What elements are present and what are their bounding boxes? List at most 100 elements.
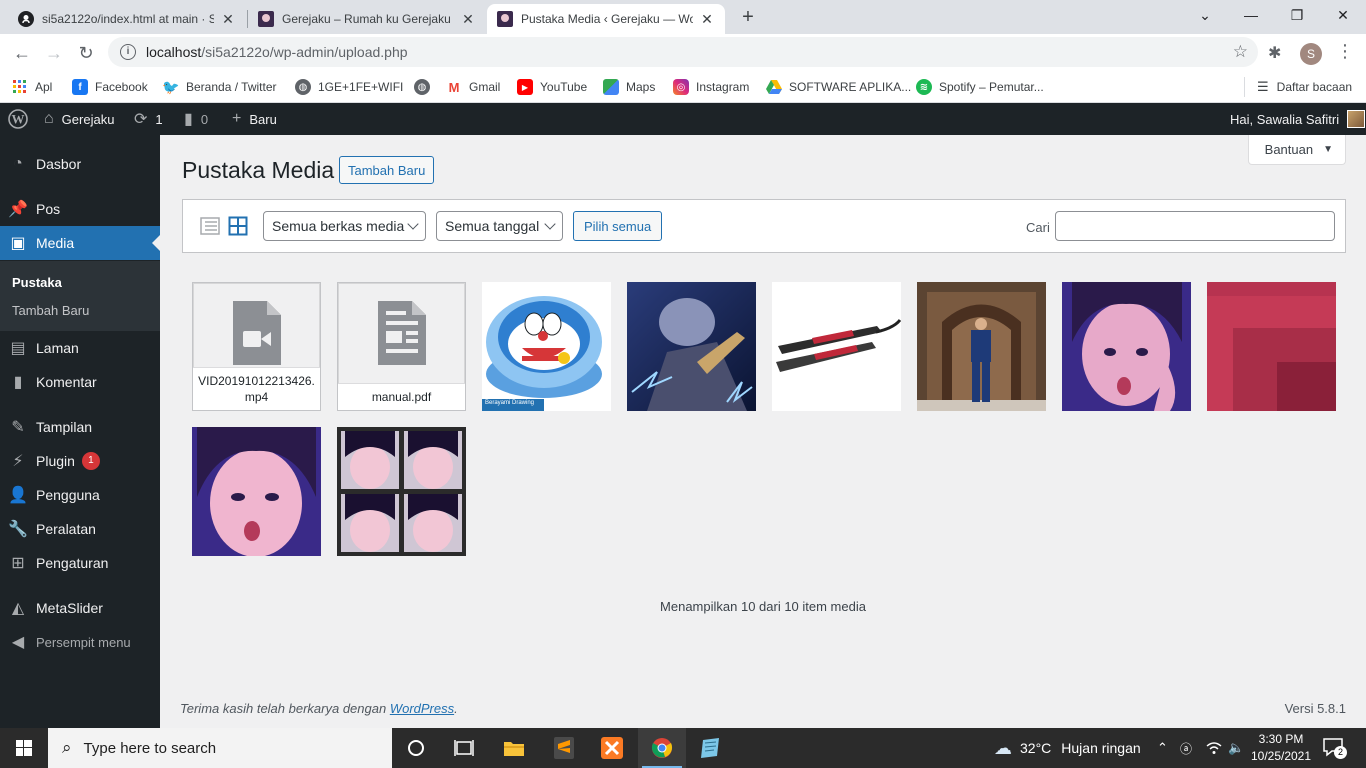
bookmark-maps[interactable]: Maps xyxy=(603,77,655,97)
notepad-icon[interactable] xyxy=(686,728,734,768)
media-item-image[interactable] xyxy=(1207,282,1336,411)
media-item-image[interactable] xyxy=(192,427,321,556)
new-content-link[interactable]: + Baru xyxy=(232,103,277,135)
close-tab-icon[interactable]: ✕ xyxy=(220,11,236,28)
profile-avatar[interactable]: S xyxy=(1300,43,1322,65)
grid-view-icon[interactable] xyxy=(228,216,248,236)
sidebar-item-settings[interactable]: ⊞ Pengaturan xyxy=(0,546,160,580)
help-tab-button[interactable]: Bantuan ▼ xyxy=(1247,135,1346,165)
wifi-icon[interactable] xyxy=(1206,728,1222,768)
media-item-image[interactable] xyxy=(627,282,756,411)
new-tab-button[interactable]: + xyxy=(737,6,759,28)
media-item-video[interactable]: VID20191012213426.mp4 xyxy=(192,282,321,411)
bookmark-youtube[interactable]: ▶ YouTube xyxy=(517,77,587,97)
reload-button[interactable]: ↻ xyxy=(72,39,100,67)
task-view-icon[interactable] xyxy=(440,728,488,768)
media-item-image[interactable] xyxy=(1062,282,1191,411)
cortana-icon[interactable] xyxy=(392,728,440,768)
red-graphic-image xyxy=(1207,282,1336,411)
wordpress-logo-icon[interactable]: W xyxy=(8,103,28,135)
new-label: Baru xyxy=(249,111,277,127)
taskbar-clock[interactable]: 3:30 PM 10/25/2021 xyxy=(1246,731,1316,765)
chevron-up-icon[interactable]: ⌃ xyxy=(1157,728,1168,768)
sidebar-item-metaslider[interactable]: ◭ MetaSlider xyxy=(0,591,160,625)
select-all-button[interactable]: Pilih semua xyxy=(573,211,663,241)
chrome-icon[interactable] xyxy=(638,728,686,768)
list-view-icon[interactable] xyxy=(200,216,220,236)
search-input[interactable] xyxy=(1055,211,1335,241)
media-type-filter[interactable]: Semua berkas media xyxy=(263,211,426,241)
xampp-icon[interactable] xyxy=(588,728,636,768)
forward-button[interactable]: → xyxy=(40,39,68,67)
sidebar-item-label: Plugin xyxy=(36,453,75,469)
browser-tab-pustaka-media[interactable]: Pustaka Media ‹ Gerejaku — Wor ✕ xyxy=(487,4,725,34)
media-item-image[interactable] xyxy=(917,282,1046,411)
submenu-add-new[interactable]: Tambah Baru xyxy=(12,303,89,318)
browser-tab-github[interactable]: si5a2122o/index.html at main · Si ✕ xyxy=(8,4,246,34)
bookmark-star-icon[interactable]: ☆ xyxy=(1233,42,1248,62)
windows-start-button[interactable] xyxy=(0,728,48,768)
close-tab-icon[interactable]: ✕ xyxy=(699,11,715,28)
browser-tab-gerejaku[interactable]: Gerejaku – Rumah ku Gerejaku ✕ xyxy=(248,4,486,34)
bookmark-gmail[interactable]: M Gmail xyxy=(446,77,500,97)
volume-icon[interactable]: 🔈 xyxy=(1228,728,1244,768)
sidebar-item-appearance[interactable]: ✎ Tampilan xyxy=(0,410,160,444)
sidebar-item-pages[interactable]: ▤ Laman xyxy=(0,331,160,365)
media-item-image[interactable] xyxy=(337,427,466,556)
bookmark-globe[interactable]: ◍ xyxy=(414,77,437,97)
wordpress-link[interactable]: WordPress xyxy=(390,701,454,716)
browser-menu-icon[interactable]: ⋮ xyxy=(1336,41,1354,62)
extensions-puzzle-icon[interactable]: ✱ xyxy=(1268,43,1281,63)
media-item-pdf[interactable]: manual.pdf xyxy=(337,282,466,411)
weather-widget[interactable]: ☁ 32°C Hujan ringan xyxy=(994,728,1141,768)
sidebar-item-tools[interactable]: 🔧 Peralatan xyxy=(0,512,160,546)
file-explorer-icon[interactable] xyxy=(490,728,538,768)
site-name: Gerejaku xyxy=(61,111,115,127)
ime-icon[interactable]: ⓐ xyxy=(1180,728,1192,768)
sidebar-item-label: Pengaturan xyxy=(36,555,109,571)
close-window-button[interactable]: ✕ xyxy=(1320,0,1366,30)
back-button[interactable]: ← xyxy=(8,39,36,67)
sidebar-item-media[interactable]: ▣ Media xyxy=(0,226,160,260)
reading-list-button[interactable]: ☰ Daftar bacaan xyxy=(1244,77,1352,97)
minimize-button[interactable]: — xyxy=(1228,0,1274,30)
taskbar-search-box[interactable]: ⌕ Type here to search xyxy=(48,728,392,768)
sublime-text-icon[interactable] xyxy=(540,728,588,768)
windows-logo-icon xyxy=(16,740,32,756)
bookmark-instagram[interactable]: ◎ Instagram xyxy=(673,77,749,97)
sidebar-item-posts[interactable]: 📌 Pos xyxy=(0,192,160,226)
site-name-link[interactable]: ⌂ Gerejaku xyxy=(44,103,114,135)
caret-down-icon: ▼ xyxy=(1323,144,1333,155)
comments-link[interactable]: ▮ 0 xyxy=(184,103,208,135)
sidebar-item-plugins[interactable]: ⚡ Plugin 1 xyxy=(0,444,160,478)
video-file-icon xyxy=(233,301,281,368)
add-new-button[interactable]: Tambah Baru xyxy=(339,156,435,184)
media-item-image[interactable] xyxy=(772,282,901,411)
facebook-icon: f xyxy=(72,79,88,95)
sidebar-item-comments[interactable]: ▮ Komentar xyxy=(0,365,160,399)
address-bar[interactable]: i localhost/si5a2122o/wp-admin/upload.ph… xyxy=(108,37,1258,67)
media-icon: ▣ xyxy=(10,235,26,252)
submenu-library[interactable]: Pustaka xyxy=(12,275,62,290)
my-account-link[interactable]: Hai, Sawalia Safitri xyxy=(1230,103,1366,135)
wrench-icon: 🔧 xyxy=(8,521,28,538)
close-tab-icon[interactable]: ✕ xyxy=(460,11,476,28)
bookmark-apps[interactable]: Apl xyxy=(12,77,52,97)
action-center-button[interactable]: 2 xyxy=(1322,736,1347,763)
updates-link[interactable]: ⟳ 1 xyxy=(134,103,163,135)
bookmark-google-drive[interactable]: SOFTWARE APLIKA... xyxy=(766,77,911,97)
bookmark-spotify[interactable]: ≋ Spotify – Pemutar... xyxy=(916,77,1044,97)
media-item-image[interactable]: Berayami Drawing xyxy=(482,282,611,411)
tab-search-chevron-icon[interactable]: ⌄ xyxy=(1182,0,1228,30)
restore-button[interactable]: ❐ xyxy=(1274,0,1320,30)
sidebar-item-dashboard[interactable]: ◔ Dasbor xyxy=(0,147,160,181)
date-filter[interactable]: Semua tanggal xyxy=(436,211,563,241)
collapse-menu-button[interactable]: ◀ Persempit menu xyxy=(0,625,160,659)
sidebar-item-users[interactable]: 👤 Pengguna xyxy=(0,478,160,512)
sidebar-item-label: Persempit menu xyxy=(36,634,131,650)
bookmark-twitter[interactable]: 🐦 Beranda / Twitter xyxy=(162,77,276,97)
bookmark-wifi[interactable]: ◍ 1GE+1FE+WIFI xyxy=(295,77,403,97)
site-info-icon[interactable]: i xyxy=(120,44,136,60)
bookmark-facebook[interactable]: f Facebook xyxy=(72,77,148,97)
notification-count: 2 xyxy=(1334,746,1347,759)
